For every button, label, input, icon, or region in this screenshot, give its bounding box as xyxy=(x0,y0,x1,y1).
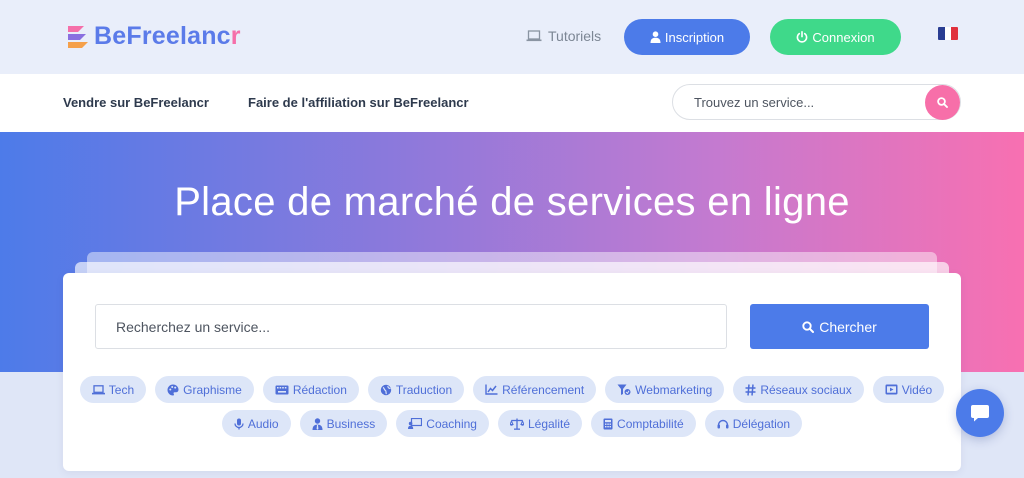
category-chip-graphisme[interactable]: Graphisme xyxy=(155,376,254,403)
tutorials-label: Tutoriels xyxy=(548,28,602,44)
language-flag-fr-icon[interactable] xyxy=(938,27,958,40)
login-button[interactable]: Connexion xyxy=(770,19,901,55)
search-button[interactable]: Chercher xyxy=(750,304,929,349)
video-icon xyxy=(885,384,898,395)
calculator-icon xyxy=(603,418,613,429)
category-chip-reseaux-sociaux[interactable]: Réseaux sociaux xyxy=(733,376,864,403)
category-label: Tech xyxy=(108,382,135,397)
category-chip-webmarketing[interactable]: Webmarketing xyxy=(605,376,725,403)
search-icon xyxy=(937,97,948,108)
login-label: Connexion xyxy=(812,29,875,45)
category-label: Graphisme xyxy=(183,382,242,397)
hero-title: Place de marché de services en ligne xyxy=(174,180,850,224)
category-label: Webmarketing xyxy=(635,382,713,397)
category-chip-referencement[interactable]: Référencement xyxy=(473,376,597,403)
nav-search-placeholder: Trouvez un service... xyxy=(694,95,815,110)
category-row: Tech Graphisme Rédaction Traduction Réfé… xyxy=(63,376,961,403)
nav-search-input[interactable]: Trouvez un service... xyxy=(672,84,961,120)
chart-line-icon xyxy=(485,384,498,395)
tutorials-link[interactable]: Tutoriels xyxy=(526,28,601,44)
category-chip-coaching[interactable]: Coaching xyxy=(396,410,489,437)
user-tie-icon xyxy=(312,417,323,430)
category-label: Comptabilité xyxy=(617,416,684,431)
main-search-placeholder: Recherchez un service... xyxy=(116,319,271,335)
user-icon xyxy=(650,31,661,43)
category-label: Traduction xyxy=(395,382,453,397)
category-label: Audio xyxy=(247,416,279,431)
laptop-icon xyxy=(526,30,542,42)
search-card: Recherchez un service... Chercher Tech G… xyxy=(63,273,961,471)
chat-widget-button[interactable] xyxy=(956,389,1004,437)
brand-logo[interactable]: BeFreelancr xyxy=(66,22,241,51)
category-label: Délégation xyxy=(732,416,791,431)
category-label: Rédaction xyxy=(292,382,347,397)
signup-label: Inscription xyxy=(664,29,725,45)
category-row: Audio Business Coaching Légalité Comptab… xyxy=(63,410,961,437)
brand-name: BeFreelancr xyxy=(94,22,241,50)
logo-mark-icon xyxy=(68,25,88,48)
microphone-icon xyxy=(234,418,244,429)
category-label: Vidéo xyxy=(901,382,933,397)
top-bar: BeFreelancr Tutoriels Inscription Connex… xyxy=(0,0,1024,74)
category-chip-redaction[interactable]: Rédaction xyxy=(262,376,359,403)
laptop-icon xyxy=(91,384,105,394)
main-search-input[interactable]: Recherchez un service... xyxy=(95,304,727,349)
category-chip-business[interactable]: Business xyxy=(299,410,388,437)
keyboard-icon xyxy=(275,385,289,394)
nav-search-button[interactable] xyxy=(925,85,960,120)
search-button-label: Chercher xyxy=(819,318,877,335)
palette-icon xyxy=(167,384,179,395)
hashtag-icon xyxy=(745,383,756,396)
search-icon xyxy=(802,320,815,333)
signup-button[interactable]: Inscription xyxy=(624,19,750,55)
category-chip-legalite[interactable]: Légalité xyxy=(497,410,583,437)
category-label: Référencement xyxy=(502,382,585,397)
category-chip-tech[interactable]: Tech xyxy=(79,376,147,403)
nav-bar: Vendre sur BeFreelancr Faire de l'affili… xyxy=(0,74,1024,132)
funnel-icon xyxy=(617,384,631,395)
category-label: Légalité xyxy=(527,416,571,431)
chat-bubble-icon xyxy=(971,405,989,422)
category-chip-traduction[interactable]: Traduction xyxy=(367,376,465,403)
nav-link-affiliation[interactable]: Faire de l'affiliation sur BeFreelancr xyxy=(248,95,469,110)
category-label: Coaching xyxy=(426,416,477,431)
category-chip-video[interactable]: Vidéo xyxy=(872,376,945,403)
globe-icon xyxy=(380,384,392,395)
category-chip-audio[interactable]: Audio xyxy=(221,410,291,437)
power-icon xyxy=(797,31,808,43)
chalkboard-teacher-icon xyxy=(408,418,423,429)
headset-icon xyxy=(717,419,729,428)
category-chip-delegation[interactable]: Délégation xyxy=(704,410,803,437)
category-label: Business xyxy=(326,416,376,431)
category-chip-comptabilite[interactable]: Comptabilité xyxy=(591,410,696,437)
nav-link-sell[interactable]: Vendre sur BeFreelancr xyxy=(63,95,209,110)
category-label: Réseaux sociaux xyxy=(760,382,852,397)
balance-scale-icon xyxy=(509,418,524,430)
